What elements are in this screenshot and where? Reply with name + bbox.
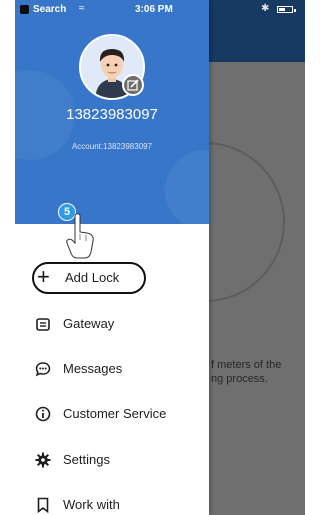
- menu-item-customer-service[interactable]: Customer Service: [15, 394, 209, 434]
- plus-icon: +: [37, 264, 50, 289]
- menu-item-label: Settings: [63, 452, 110, 467]
- menu-item-work-with[interactable]: Work with: [15, 485, 209, 515]
- navigation-drawer: 13823983097 Account:13823983097 + Add Lo…: [15, 0, 209, 515]
- gear-icon: [35, 452, 51, 468]
- pointing-hand-icon: [66, 213, 94, 259]
- menu-item-label: Messages: [63, 361, 123, 376]
- info-icon: [35, 406, 51, 422]
- decorative-shape: [165, 150, 209, 224]
- bookmark-icon: [37, 497, 49, 513]
- menu-item-label: Add Lock: [65, 270, 120, 285]
- menu-item-settings[interactable]: Settings: [15, 440, 209, 480]
- menu-item-label: Customer Service: [63, 406, 167, 421]
- back-to-app-label[interactable]: Search: [33, 4, 66, 15]
- bluetooth-icon: ✱: [261, 3, 270, 14]
- account-label: Account:13823983097: [71, 142, 153, 151]
- chat-bubble-icon: [35, 362, 51, 377]
- menu-item-label: Work with: [63, 497, 120, 512]
- phone-screen: f meters of the ng process. 13823983097 …: [15, 0, 305, 515]
- edit-icon: [127, 79, 139, 91]
- background-partial-text: f meters of the ng process.: [211, 359, 282, 385]
- wifi-icon: ≈: [79, 3, 85, 14]
- status-time: 3:06 PM: [135, 4, 173, 15]
- back-to-app-icon[interactable]: [20, 5, 29, 14]
- gateway-icon: [36, 318, 50, 331]
- battery-icon: [277, 6, 296, 13]
- menu-item-gateway[interactable]: Gateway: [15, 304, 209, 344]
- menu-item-label: Gateway: [63, 316, 115, 331]
- phone-number: 13823983097: [66, 106, 158, 123]
- status-bar: Search ≈ 3:06 PM ✱: [15, 0, 305, 20]
- edit-avatar-button[interactable]: [122, 74, 144, 96]
- menu-item-messages[interactable]: Messages: [15, 349, 209, 389]
